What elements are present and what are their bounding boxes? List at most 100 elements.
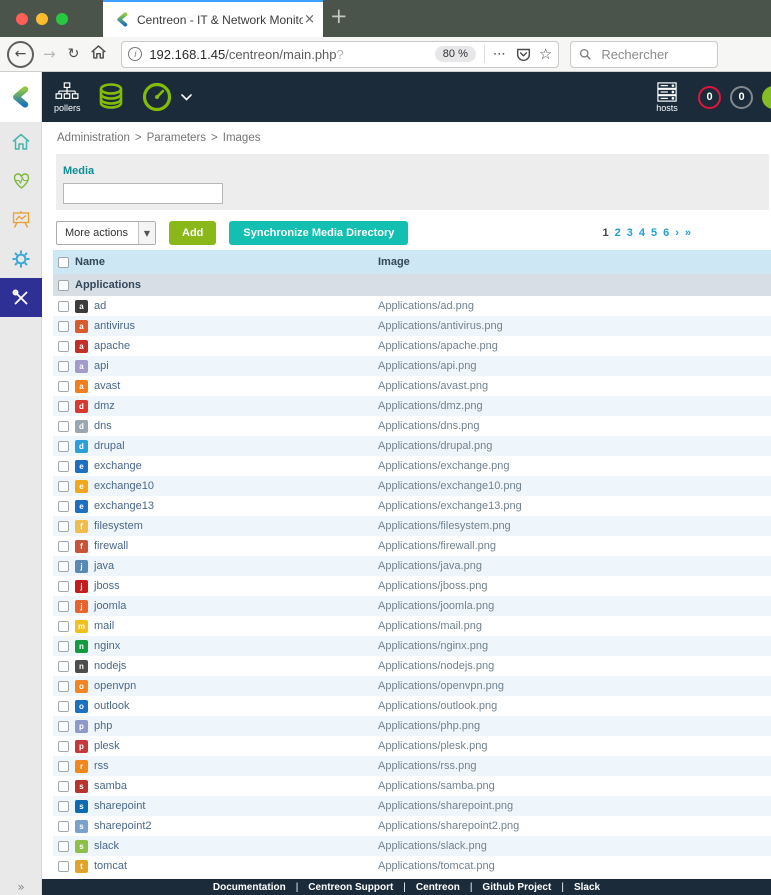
pollers-status[interactable]: pollers xyxy=(54,82,81,113)
row-checkbox[interactable] xyxy=(58,841,69,852)
image-name-link[interactable]: php xyxy=(94,720,112,732)
image-name-link[interactable]: dns xyxy=(94,420,112,432)
chevron-down-icon[interactable] xyxy=(181,94,192,101)
image-name-link[interactable]: slack xyxy=(94,840,119,852)
close-window-button[interactable] xyxy=(16,13,28,25)
hosts-status[interactable]: hosts xyxy=(655,82,679,113)
row-checkbox[interactable] xyxy=(58,621,69,632)
row-checkbox[interactable] xyxy=(58,581,69,592)
breadcrumb-parameters[interactable]: Parameters xyxy=(147,132,206,144)
image-name-link[interactable]: apache xyxy=(94,340,130,352)
row-checkbox[interactable] xyxy=(58,661,69,672)
footer-link[interactable]: Documentation xyxy=(213,882,286,893)
image-name-link[interactable]: rss xyxy=(94,760,109,772)
select-all-checkbox[interactable] xyxy=(58,257,69,268)
breadcrumb-images[interactable]: Images xyxy=(223,132,261,144)
row-checkbox[interactable] xyxy=(58,561,69,572)
fullscreen-window-button[interactable] xyxy=(56,13,68,25)
sidebar-item-administration[interactable] xyxy=(0,278,42,317)
sidebar-item-monitoring[interactable] xyxy=(0,161,42,200)
zoom-level-badge[interactable]: 80 % xyxy=(435,46,476,62)
row-checkbox[interactable] xyxy=(58,721,69,732)
url-bar[interactable]: i 192.168.1.45/centreon/main.php? 80 % ⋯… xyxy=(121,41,559,68)
row-checkbox[interactable] xyxy=(58,641,69,652)
image-name-link[interactable]: avast xyxy=(94,380,120,392)
new-tab-button[interactable]: + xyxy=(330,4,348,28)
image-name-link[interactable]: sharepoint2 xyxy=(94,820,152,832)
database-status-icon[interactable] xyxy=(95,81,127,113)
image-name-link[interactable]: exchange xyxy=(94,460,142,472)
page-actions-icon[interactable]: ⋯ xyxy=(493,47,507,62)
image-name-link[interactable]: exchange10 xyxy=(94,480,154,492)
home-button[interactable] xyxy=(90,44,107,65)
browser-tab[interactable]: Centreon - IT & Network Monito × xyxy=(103,0,323,37)
bookmark-star-icon[interactable]: ☆ xyxy=(539,45,552,63)
back-button[interactable]: ← xyxy=(7,41,34,68)
image-name-link[interactable]: joomla xyxy=(94,600,126,612)
row-checkbox[interactable] xyxy=(58,821,69,832)
column-header-name[interactable]: Name xyxy=(75,256,378,268)
pagination-page[interactable]: 6 xyxy=(663,227,669,239)
media-filter-input[interactable] xyxy=(63,183,223,204)
pagination-page[interactable]: 4 xyxy=(639,227,645,239)
image-name-link[interactable]: outlook xyxy=(94,700,129,712)
add-button[interactable]: Add xyxy=(169,221,216,245)
pagination-page[interactable]: 2 xyxy=(615,227,621,239)
row-checkbox[interactable] xyxy=(58,381,69,392)
image-name-link[interactable]: jboss xyxy=(94,580,120,592)
row-checkbox[interactable] xyxy=(58,461,69,472)
row-checkbox[interactable] xyxy=(58,861,69,872)
group-checkbox[interactable] xyxy=(58,280,69,291)
sidebar-item-reporting[interactable] xyxy=(0,200,42,239)
pocket-icon[interactable] xyxy=(516,47,531,62)
image-name-link[interactable]: drupal xyxy=(94,440,125,452)
footer-link[interactable]: Slack xyxy=(574,882,600,893)
close-tab-icon[interactable]: × xyxy=(304,12,315,27)
pagination-current-page[interactable]: 1 xyxy=(602,227,608,239)
image-name-link[interactable]: nginx xyxy=(94,640,120,652)
row-checkbox[interactable] xyxy=(58,741,69,752)
row-checkbox[interactable] xyxy=(58,401,69,412)
site-info-icon[interactable]: i xyxy=(128,47,142,61)
row-checkbox[interactable] xyxy=(58,801,69,812)
row-checkbox[interactable] xyxy=(58,681,69,692)
gauge-status-icon[interactable] xyxy=(141,81,173,113)
image-name-link[interactable]: plesk xyxy=(94,740,120,752)
row-checkbox[interactable] xyxy=(58,521,69,532)
status-counter[interactable]: 0 xyxy=(762,86,771,109)
footer-link[interactable]: Centreon Support xyxy=(308,882,393,893)
image-name-link[interactable]: exchange13 xyxy=(94,500,154,512)
row-checkbox[interactable] xyxy=(58,361,69,372)
pagination-page[interactable]: 3 xyxy=(627,227,633,239)
row-checkbox[interactable] xyxy=(58,421,69,432)
search-input[interactable] xyxy=(599,46,699,63)
image-name-link[interactable]: antivirus xyxy=(94,320,135,332)
image-name-link[interactable]: openvpn xyxy=(94,680,136,692)
row-checkbox[interactable] xyxy=(58,481,69,492)
row-checkbox[interactable] xyxy=(58,701,69,712)
forward-button[interactable]: → xyxy=(43,45,56,63)
image-name-link[interactable]: dmz xyxy=(94,400,115,412)
image-name-link[interactable]: firewall xyxy=(94,540,128,552)
image-name-link[interactable]: tomcat xyxy=(94,860,127,872)
footer-link[interactable]: Github Project xyxy=(482,882,551,893)
image-name-link[interactable]: mail xyxy=(94,620,114,632)
image-name-link[interactable]: sharepoint xyxy=(94,800,145,812)
sidebar-item-home[interactable] xyxy=(0,122,42,161)
row-checkbox[interactable] xyxy=(58,341,69,352)
pagination-page[interactable]: 5 xyxy=(651,227,657,239)
image-name-link[interactable]: filesystem xyxy=(94,520,143,532)
row-checkbox[interactable] xyxy=(58,541,69,552)
reload-button[interactable]: ↻ xyxy=(68,46,80,62)
status-counter[interactable]: 0 xyxy=(698,86,721,109)
footer-link[interactable]: Centreon xyxy=(416,882,460,893)
image-name-link[interactable]: ad xyxy=(94,300,106,312)
sidebar-expander[interactable]: » xyxy=(0,880,42,894)
synchronize-media-button[interactable]: Synchronize Media Directory xyxy=(229,221,408,245)
row-checkbox[interactable] xyxy=(58,781,69,792)
pagination-last-icon[interactable]: » xyxy=(685,227,691,239)
breadcrumb-administration[interactable]: Administration xyxy=(57,132,130,144)
column-header-image[interactable]: Image xyxy=(378,256,771,268)
image-name-link[interactable]: samba xyxy=(94,780,127,792)
row-checkbox[interactable] xyxy=(58,301,69,312)
